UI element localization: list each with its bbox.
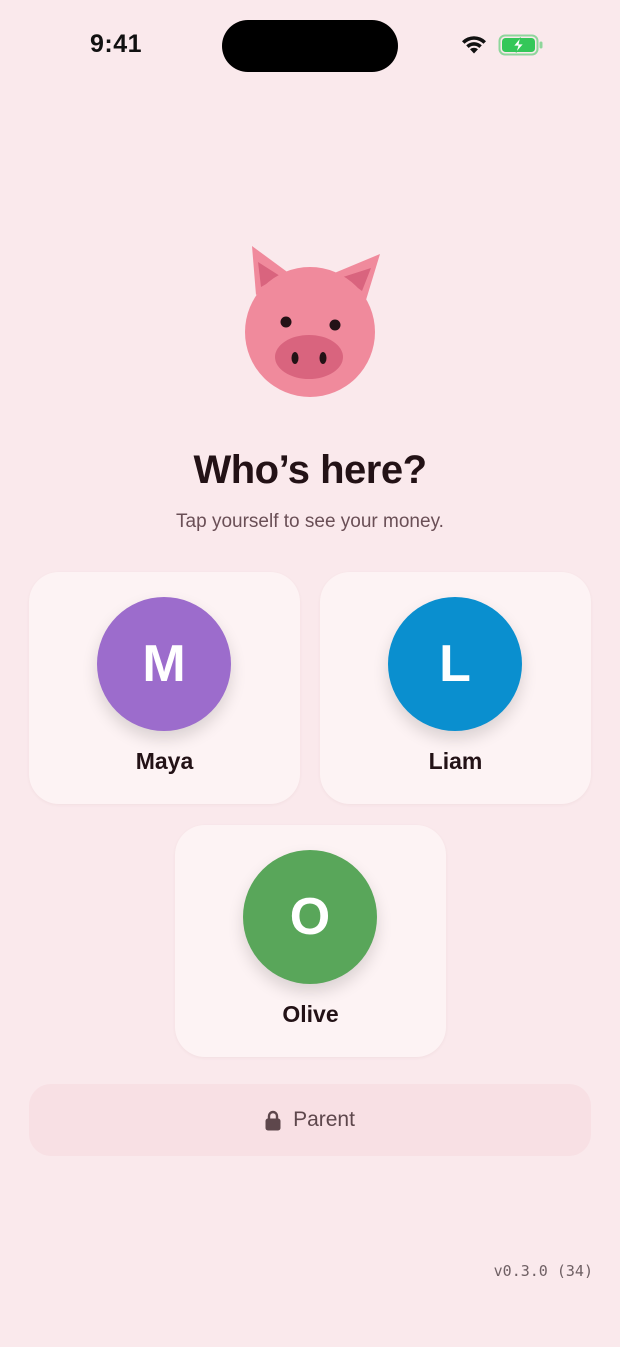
profile-card-liam[interactable]: L Liam <box>320 572 591 804</box>
app-version: v0.3.0 (34) <box>493 1262 593 1280</box>
avatar: O <box>243 850 377 984</box>
parent-button[interactable]: Parent <box>29 1084 591 1156</box>
parent-button-label: Parent <box>293 1108 355 1131</box>
page-subtitle: Tap yourself to see your money. <box>176 511 444 532</box>
profile-name: Liam <box>428 748 483 774</box>
profile-name: Olive <box>282 1001 339 1027</box>
dynamic-island <box>222 20 398 72</box>
battery-charging-icon <box>498 34 543 56</box>
wifi-icon <box>462 36 486 54</box>
profile-select-screen: 9:41 Who’s here? Tap yourself to see you… <box>0 0 620 1347</box>
avatar: L <box>388 597 522 731</box>
page-title: Who’s here? <box>193 448 427 492</box>
profile-card-olive[interactable]: O Olive <box>175 825 446 1057</box>
pig-face-icon <box>245 246 380 397</box>
lock-icon <box>265 1110 281 1130</box>
profile-card-maya[interactable]: M Maya <box>29 572 300 804</box>
status-time: 9:41 <box>90 30 143 58</box>
avatar: M <box>97 597 231 731</box>
profile-name: Maya <box>135 748 194 774</box>
